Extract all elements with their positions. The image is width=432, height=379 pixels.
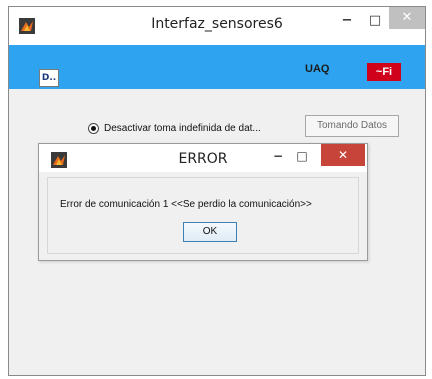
dialog-title-bar[interactable]: ERROR − □ ✕: [39, 144, 367, 172]
close-button[interactable]: ✕: [389, 7, 425, 29]
maximize-button[interactable]: □: [363, 11, 387, 31]
radio-label: Desactivar toma indefinida de dat...: [104, 123, 261, 134]
dialog-title: ERROR: [178, 151, 228, 167]
error-message: Error de comunicación 1 <<Se perdio la c…: [60, 199, 312, 210]
ok-button[interactable]: OK: [183, 222, 237, 242]
dialog-body: Error de comunicación 1 <<Se perdio la c…: [47, 177, 359, 254]
minimize-button[interactable]: −: [335, 11, 359, 31]
fi-logo: ~Fi: [367, 63, 401, 81]
dialog-minimize-button[interactable]: −: [269, 146, 287, 166]
dialog-maximize-button[interactable]: □: [293, 146, 311, 166]
title-bar[interactable]: Interfaz_sensores6 − □ ✕: [9, 7, 425, 46]
error-dialog: ERROR − □ ✕ Error de comunicación 1 <<Se…: [38, 143, 368, 261]
radio-option[interactable]: Desactivar toma indefinida de dat...: [88, 121, 261, 137]
data-icon[interactable]: D..: [39, 69, 59, 87]
tomando-datos-button[interactable]: Tomando Datos: [305, 115, 399, 137]
dialog-close-button[interactable]: ✕: [321, 144, 365, 166]
uaq-label: UAQ: [305, 63, 330, 75]
radio-button[interactable]: [88, 122, 99, 134]
header-panel: D.. UAQ ~Fi: [9, 45, 425, 89]
